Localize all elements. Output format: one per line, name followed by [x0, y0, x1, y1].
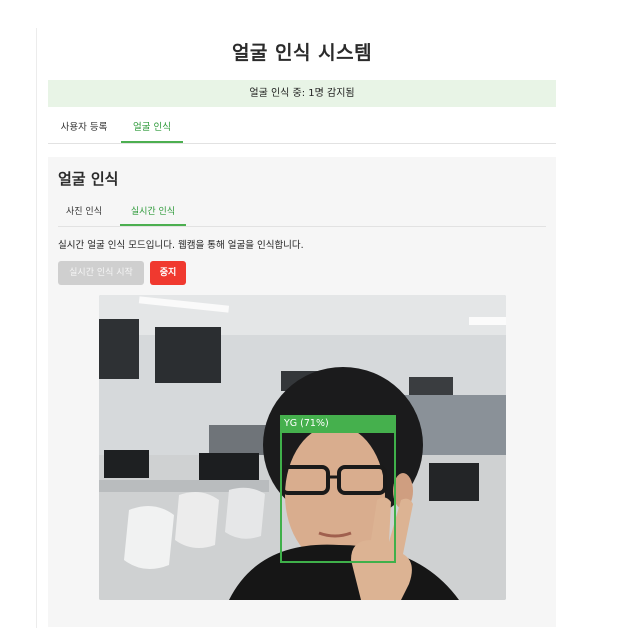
tab-realtime-recognition[interactable]: 실시간 인식 [120, 201, 186, 226]
face-detection-label: YG (71%) [280, 415, 396, 433]
recognition-panel: 얼굴 인식 사진 인식 실시간 인식 실시간 얼굴 인식 모드입니다. 웹캠을 … [48, 157, 556, 627]
stop-button[interactable]: 중지 [150, 261, 186, 285]
page-title: 얼굴 인식 시스템 [231, 42, 373, 64]
divider [36, 28, 37, 628]
app-container: 얼굴 인식 시스템 얼굴 인식 중: 1명 감지됨 사용자 등록 얼굴 인식 얼… [48, 0, 556, 627]
tab-face-recognition[interactable]: 얼굴 인식 [121, 116, 183, 143]
tab-photo-recognition[interactable]: 사진 인식 [58, 201, 110, 224]
start-realtime-button[interactable]: 실시간 인식 시작 [58, 261, 144, 285]
face-detection-box: YG (71%) [280, 415, 396, 563]
mode-description: 실시간 얼굴 인식 모드입니다. 웹캠을 통해 얼굴을 인식합니다. [58, 240, 304, 251]
page: 얼굴 인식 시스템 얼굴 인식 중: 1명 감지됨 사용자 등록 얼굴 인식 얼… [0, 0, 630, 629]
recognition-mode-tabs: 사진 인식 실시간 인식 [58, 201, 546, 227]
status-banner: 얼굴 인식 중: 1명 감지됨 [48, 80, 556, 107]
webcam-feed: YG (71%) [99, 295, 506, 600]
main-tabs: 사용자 등록 얼굴 인식 [48, 116, 556, 144]
tab-user-registration[interactable]: 사용자 등록 [54, 116, 114, 141]
section-title: 얼굴 인식 [58, 170, 119, 188]
